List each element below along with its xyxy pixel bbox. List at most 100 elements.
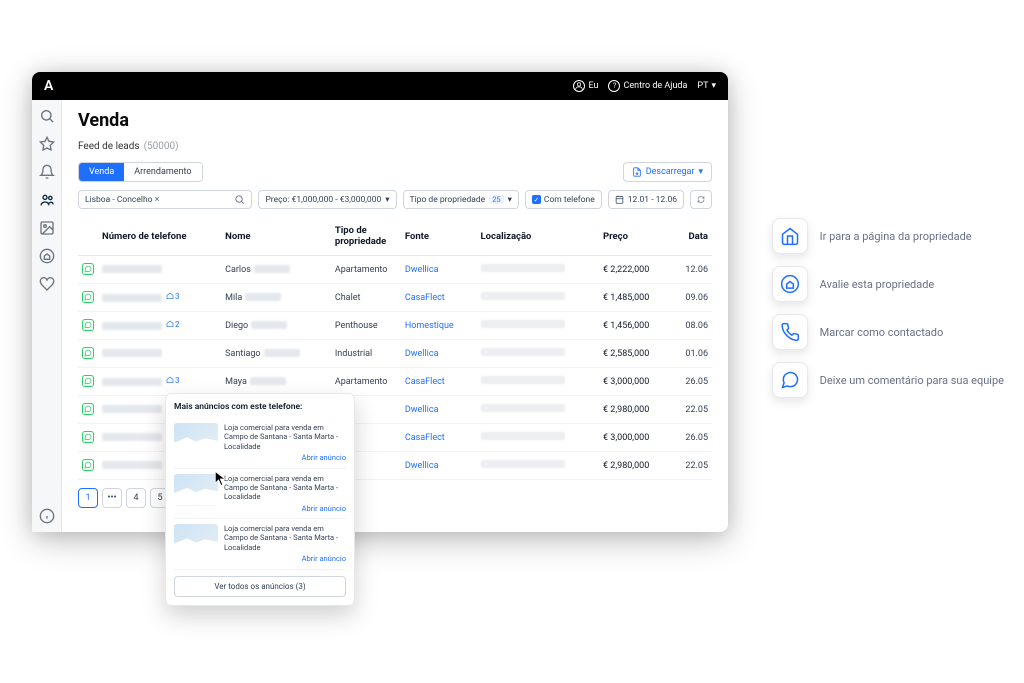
whatsapp-icon[interactable] xyxy=(82,459,94,471)
cell-source[interactable]: Dwellica xyxy=(401,340,477,368)
info-nav-icon[interactable] xyxy=(39,508,55,524)
price-filter-label: Preço: €1,000,000 - €3,000,000 xyxy=(265,195,381,205)
with-phone-filter[interactable]: ✓ Com telefone xyxy=(525,190,602,209)
table-row[interactable]: Carlos Apartamento Dwellica € 2,222,000 … xyxy=(78,256,712,284)
open-listing-link[interactable]: Abrir anúncio xyxy=(224,453,346,462)
with-phone-label: Com telefone xyxy=(544,195,595,205)
mouse-cursor xyxy=(214,471,228,491)
whatsapp-icon[interactable] xyxy=(82,375,94,387)
whatsapp-icon[interactable] xyxy=(82,291,94,303)
cell-name: Carlos xyxy=(221,256,331,284)
chevron-down-icon: ▾ xyxy=(385,195,389,205)
popover-item[interactable]: Loja comercial para venda em Campo de Sa… xyxy=(174,469,346,520)
cell-price: € 3,000,000 xyxy=(599,424,671,452)
help-label: Centro de Ajuda xyxy=(623,81,687,91)
prop-type-label: Tipo de propriedade xyxy=(410,195,486,205)
star-nav-icon[interactable] xyxy=(39,136,55,152)
lang-switcher[interactable]: PT ▾ xyxy=(697,81,716,91)
users-nav-icon[interactable] xyxy=(39,192,55,208)
open-listing-link[interactable]: Abrir anúncio xyxy=(224,504,346,513)
table-row[interactable]: 3 Maya Apartamento CasaFlect € 3,000,000… xyxy=(78,368,712,396)
feed-subtitle: Feed de leads (50000) xyxy=(78,141,712,152)
house-icon xyxy=(772,218,808,254)
whatsapp-icon[interactable] xyxy=(82,347,94,359)
whatsapp-icon[interactable] xyxy=(82,403,94,415)
location-filter[interactable]: Lisboa - Concelho × xyxy=(78,190,252,209)
listings-badge[interactable]: 3 xyxy=(166,376,180,385)
cell-source[interactable]: Dwellica xyxy=(401,256,477,284)
table-row[interactable]: 3 Mila Chalet CasaFlect € 1,485,000 09.0… xyxy=(78,284,712,312)
blurred-location xyxy=(481,432,565,440)
cell-price: € 3,000,000 xyxy=(599,368,671,396)
user-menu[interactable]: Eu xyxy=(573,80,598,92)
blurred-phone xyxy=(102,378,162,386)
whatsapp-icon[interactable] xyxy=(82,431,94,443)
listing-thumbnail xyxy=(174,474,218,506)
view-all-listings-button[interactable]: Ver todos os anúncios (3) xyxy=(174,576,346,597)
open-listing-link[interactable]: Abrir anúncio xyxy=(224,554,346,563)
col-price: Preço xyxy=(599,217,671,256)
price-filter[interactable]: Preço: €1,000,000 - €3,000,000 ▾ xyxy=(258,190,396,209)
tab-rent[interactable]: Arrendamento xyxy=(124,163,201,181)
cell-source[interactable]: Dwellica xyxy=(401,396,477,424)
page-1[interactable]: 1 xyxy=(78,488,98,508)
cell-source[interactable]: CasaFlect xyxy=(401,368,477,396)
date-range-label: 12.01 - 12.06 xyxy=(628,195,677,205)
page-dots[interactable]: ••• xyxy=(102,488,122,508)
blurred-surname xyxy=(245,293,281,301)
whatsapp-icon[interactable] xyxy=(82,319,94,331)
help-icon: ? xyxy=(608,80,620,92)
heart-nav-icon[interactable] xyxy=(39,276,55,292)
cell-prop: Apartamento xyxy=(331,256,401,284)
table-row[interactable]: 2 Diego Penthouse Homestique € 1,456,000… xyxy=(78,312,712,340)
action-mark-contacted[interactable]: Marcar como contactado xyxy=(772,314,1004,350)
cell-source[interactable]: CasaFlect xyxy=(401,424,477,452)
action-label: Marcar como contactado xyxy=(820,326,944,339)
popover-item[interactable]: Loja comercial para venda em Campo de Sa… xyxy=(174,519,346,570)
listings-badge[interactable]: 3 xyxy=(166,292,180,301)
search-nav-icon[interactable] xyxy=(39,108,55,124)
listing-thumbnail xyxy=(174,524,218,556)
feed-label: Feed de leads xyxy=(78,141,140,152)
col-date: Data xyxy=(671,217,712,256)
cell-source[interactable]: Homestique xyxy=(401,312,477,340)
blurred-phone xyxy=(102,433,162,441)
blurred-location xyxy=(481,404,565,412)
cell-name: Diego xyxy=(221,312,331,340)
action-rate-property[interactable]: Avalie esta propriedade xyxy=(772,266,1004,302)
home-nav-icon[interactable] xyxy=(39,248,55,264)
help-link[interactable]: ? Centro de Ajuda xyxy=(608,80,687,92)
bell-nav-icon[interactable] xyxy=(39,164,55,180)
page-4[interactable]: 4 xyxy=(126,488,146,508)
blurred-location xyxy=(481,320,565,328)
action-goto-property[interactable]: Ir para a página da propriedade xyxy=(772,218,1004,254)
date-filter[interactable]: 12.01 - 12.06 xyxy=(608,190,684,209)
action-label: Avalie esta propriedade xyxy=(820,278,935,291)
listings-badge[interactable]: 2 xyxy=(166,320,180,329)
refresh-button[interactable] xyxy=(690,190,712,209)
table-row[interactable]: Santiago Industrial Dwellica € 2,585,000… xyxy=(78,340,712,368)
download-button[interactable]: Descarregar ▾ xyxy=(623,162,712,182)
cell-price: € 2,980,000 xyxy=(599,452,671,480)
remove-chip-icon[interactable]: × xyxy=(155,195,160,205)
action-add-comment[interactable]: Deixe um comentário para sua equipe xyxy=(772,362,1004,398)
cell-price: € 1,456,000 xyxy=(599,312,671,340)
type-tabs: Venda Arrendamento xyxy=(78,162,203,182)
cell-name: Maya xyxy=(221,368,331,396)
cell-source[interactable]: Dwellica xyxy=(401,452,477,480)
listing-text: Loja comercial para venda em Campo de Sa… xyxy=(224,423,338,451)
blurred-phone xyxy=(102,265,162,273)
cell-date: 26.05 xyxy=(671,424,712,452)
popover-item[interactable]: Loja comercial para venda em Campo de Sa… xyxy=(174,418,346,469)
download-label: Descarregar xyxy=(646,167,695,177)
checkbox-checked-icon: ✓ xyxy=(532,195,541,204)
tab-sale[interactable]: Venda xyxy=(79,163,124,181)
whatsapp-icon[interactable] xyxy=(82,263,94,275)
action-label: Deixe um comentário para sua equipe xyxy=(820,374,1004,387)
property-type-filter[interactable]: Tipo de propriedade 25 ▾ xyxy=(403,190,519,209)
topbar: A Eu ? Centro de Ajuda PT ▾ xyxy=(32,72,728,100)
blurred-surname xyxy=(250,377,286,385)
cell-source[interactable]: CasaFlect xyxy=(401,284,477,312)
image-nav-icon[interactable] xyxy=(39,220,55,236)
cell-date: 08.06 xyxy=(671,312,712,340)
